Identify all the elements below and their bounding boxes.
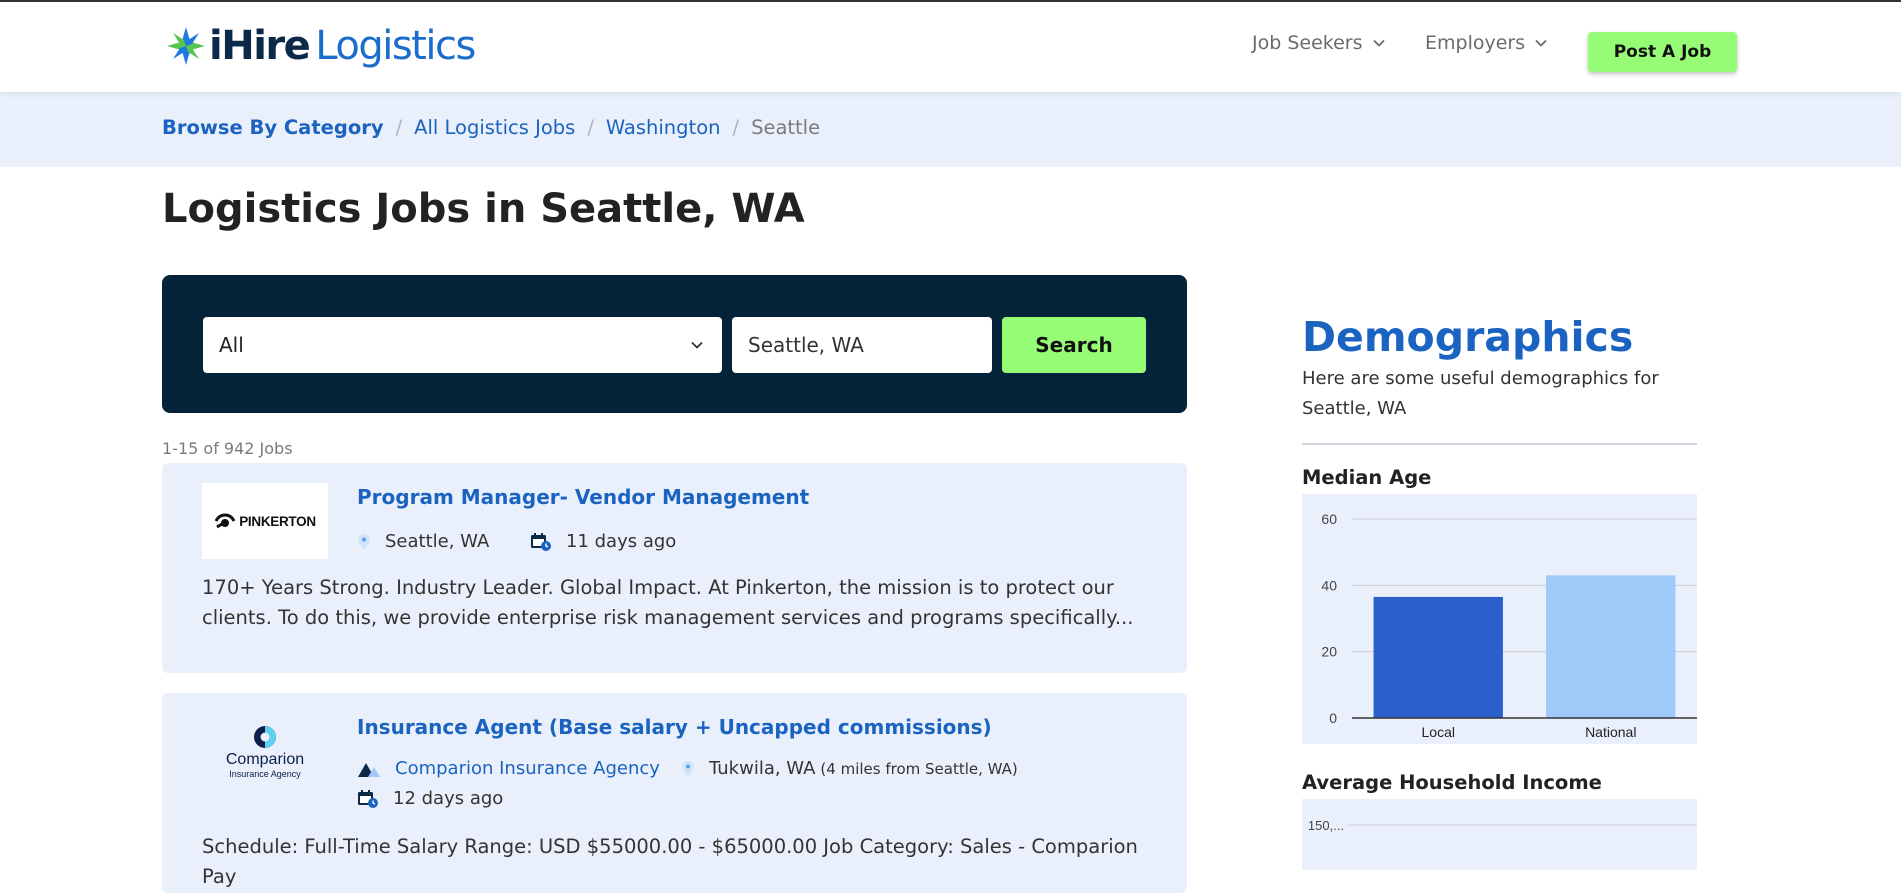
- results-count: 1-15 of 942 Jobs: [162, 439, 293, 458]
- job-posted-text: 12 days ago: [393, 788, 504, 809]
- breadcrumb-separator: /: [395, 116, 403, 139]
- job-posted-date: 11 days ago: [530, 531, 676, 552]
- job-card: PINKERTON Program Manager- Vendor Manage…: [162, 463, 1187, 673]
- job-posted-date: 12 days ago: [357, 788, 503, 809]
- median-age-title: Median Age: [1302, 466, 1432, 489]
- company-building-icon: [358, 762, 380, 777]
- comparion-c-icon: [254, 725, 276, 748]
- page-title: Logistics Jobs in Seattle, WA: [162, 186, 805, 232]
- job-location: Tukwila, WA (4 miles from Seattle, WA): [681, 758, 1018, 779]
- job-card: Comparion Insurance Agency Insurance Age…: [162, 693, 1187, 893]
- category-select-value: All: [219, 333, 244, 357]
- job-search-panel: All Seattle, WA Search: [162, 275, 1187, 413]
- bar-local: [1373, 596, 1503, 718]
- y-tick-label: 60: [1321, 511, 1337, 527]
- breadcrumb-current-seattle: Seattle: [751, 116, 821, 139]
- demographics-subtitle: Here are some useful demographics for Se…: [1302, 368, 1659, 419]
- nav-job-seekers[interactable]: Job Seekers: [1252, 32, 1385, 54]
- location-input[interactable]: Seattle, WA: [732, 317, 992, 373]
- job-description: Schedule: Full-Time Salary Range: USD $5…: [202, 835, 1138, 888]
- logo-star-icon: [167, 27, 205, 65]
- income-chart-title: Average Household Income: [1302, 771, 1602, 794]
- job-distance: (4 miles from Seattle, WA): [820, 759, 1018, 778]
- pinkerton-eye-icon: [214, 513, 236, 529]
- y-tick-label: 40: [1321, 577, 1337, 593]
- site-header: iHire Logistics Job Seekers Employers Po…: [0, 0, 1901, 92]
- company-logo-text: PINKERTON: [239, 513, 316, 529]
- search-button[interactable]: Search: [1002, 317, 1146, 373]
- map-pin-icon: [682, 760, 694, 776]
- company-logo[interactable]: Comparion Insurance Agency: [202, 713, 328, 789]
- job-company-link[interactable]: Comparion Insurance Agency: [395, 758, 660, 779]
- breadcrumb: Browse By Category / All Logistics Jobs …: [162, 116, 820, 139]
- demographics-title: Demographics: [1302, 313, 1634, 361]
- job-location: Seattle, WA: [357, 531, 489, 552]
- median-age-chart-svg: 0 20 40 60 Local National: [1321, 511, 1697, 740]
- category-select[interactable]: All: [203, 317, 722, 373]
- y-tick-label: 20: [1321, 644, 1337, 660]
- chevron-down-icon: [1372, 39, 1385, 47]
- map-pin-icon: [358, 533, 370, 549]
- job-posted-text: 11 days ago: [566, 531, 677, 552]
- job-description: 170+ Years Strong. Industry Leader. Glob…: [202, 576, 1134, 629]
- median-age-chart: 0 20 40 60 Local National: [1302, 494, 1697, 744]
- job-title-link[interactable]: Insurance Agent (Base salary + Uncapped …: [357, 715, 992, 739]
- calendar-clock-icon: [531, 532, 551, 551]
- x-tick-label: National: [1585, 724, 1636, 740]
- divider: [1302, 443, 1697, 445]
- job-company: Comparion Insurance Agency: [357, 758, 660, 779]
- job-title-link[interactable]: Program Manager- Vendor Management: [357, 485, 809, 509]
- post-a-job-button[interactable]: Post A Job: [1588, 32, 1737, 72]
- nav-job-seekers-label: Job Seekers: [1252, 32, 1363, 54]
- company-logo-subtext: Insurance Agency: [229, 768, 301, 779]
- nav-employers-label: Employers: [1425, 32, 1526, 54]
- x-tick-label: Local: [1422, 724, 1455, 740]
- site-logo[interactable]: iHire Logistics: [165, 20, 476, 72]
- breadcrumb-bar: Browse By Category / All Logistics Jobs …: [0, 92, 1901, 167]
- breadcrumb-all-logistics-jobs[interactable]: All Logistics Jobs: [414, 116, 575, 139]
- breadcrumb-separator: /: [732, 116, 740, 139]
- logo-text-ihire: iHire: [209, 23, 311, 69]
- breadcrumb-browse-by-category[interactable]: Browse By Category: [162, 116, 384, 139]
- bar-national: [1546, 575, 1676, 718]
- company-logo-text: Comparion: [225, 750, 305, 768]
- job-location-text: Tukwila, WA: [709, 758, 816, 779]
- nav-employers[interactable]: Employers: [1425, 32, 1547, 54]
- income-chart: 150,...: [1302, 799, 1697, 870]
- y-tick-label: 0: [1329, 710, 1337, 726]
- logo-text-logistics: Logistics: [315, 23, 476, 69]
- income-chart-svg: 150,...: [1308, 818, 1697, 833]
- calendar-clock-icon: [358, 789, 378, 808]
- chevron-down-icon: [1535, 39, 1547, 47]
- company-logo[interactable]: PINKERTON: [202, 483, 328, 559]
- breadcrumb-washington[interactable]: Washington: [606, 116, 721, 139]
- y-tick-label: 150,...: [1308, 818, 1344, 833]
- breadcrumb-separator: /: [587, 116, 594, 139]
- job-location-text: Seattle, WA: [385, 531, 490, 552]
- chevron-down-icon: [691, 341, 703, 349]
